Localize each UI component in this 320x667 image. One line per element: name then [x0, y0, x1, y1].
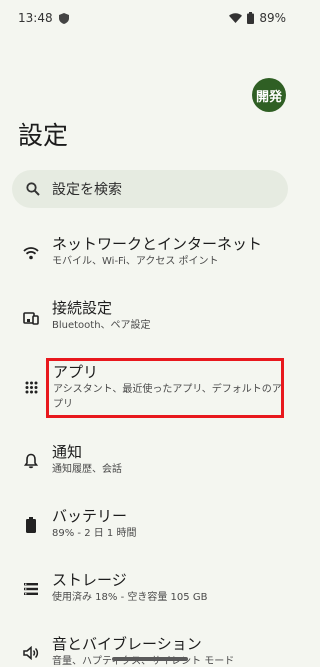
item-subtitle: 通知履歴、会話 [52, 464, 122, 475]
search-placeholder: 設定を検索 [52, 182, 122, 198]
item-title: 音とバイブレーション [52, 635, 202, 653]
bell-icon [22, 452, 40, 470]
navigation-handle[interactable] [112, 657, 188, 661]
item-subtitle: アシスタント、最近使ったアプリ、デフォルトのアプリ [53, 384, 282, 410]
shield-icon [58, 12, 69, 24]
storage-icon [22, 580, 40, 598]
item-title: バッテリー [52, 507, 128, 525]
page-title: 設定 [18, 121, 69, 150]
item-subtitle: 使用済み 18% - 空き容量 105 GB [52, 592, 208, 603]
apps-grid-icon [22, 378, 40, 396]
search-bar[interactable]: 設定を検索 [12, 170, 288, 208]
connected-devices-icon [22, 309, 40, 327]
item-subtitle: モバイル、Wi-Fi、アクセス ポイント [52, 256, 219, 267]
search-icon [26, 182, 40, 196]
item-subtitle: Bluetooth、ペア設定 [52, 320, 151, 331]
wifi-icon [22, 244, 40, 262]
wifi-status-icon [229, 13, 243, 23]
item-title: ネットワークとインターネット [52, 235, 263, 253]
item-title: ストレージ [52, 571, 127, 589]
status-left: 13:48 [18, 11, 69, 25]
developer-avatar-button[interactable]: 開発 [252, 78, 286, 112]
battery-status-icon [247, 12, 255, 24]
item-subtitle: 89% - 2 日 1 時間 [52, 528, 137, 539]
sound-icon [22, 644, 40, 662]
settings-screen: 13:48 89% 開発 設定 設定を検索 ネットワークとインターネット モバイ… [0, 0, 300, 667]
item-title: アプリ [53, 363, 99, 381]
item-title: 接続設定 [52, 299, 113, 317]
status-right: 89% [229, 11, 286, 25]
status-time: 13:48 [18, 11, 53, 25]
status-bar: 13:48 89% [0, 0, 300, 36]
battery-icon [22, 516, 40, 534]
battery-percent: 89% [259, 11, 286, 25]
item-title: 通知 [52, 443, 83, 461]
